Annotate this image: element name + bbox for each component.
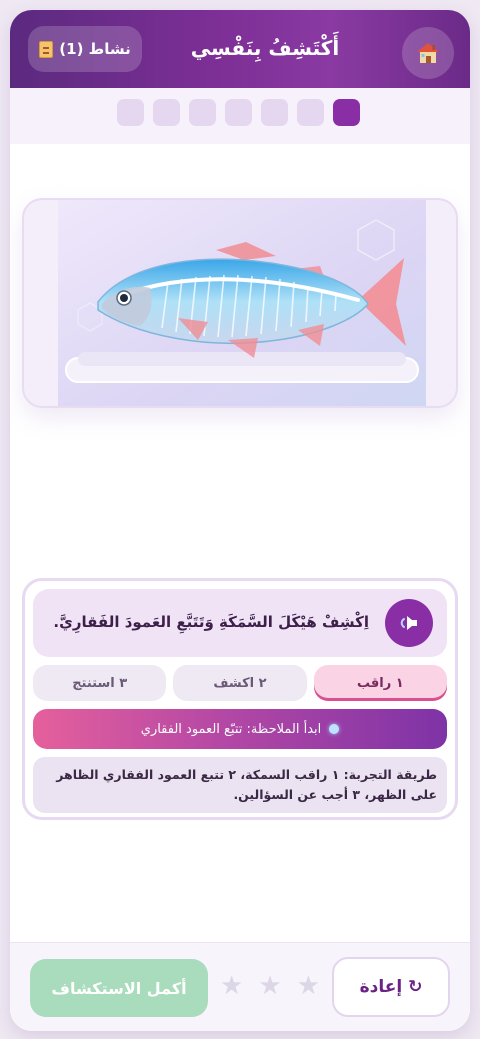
activity-panel: اِكْشِفْ هَيْكَلَ السَّمَكَةِ وَتَتَبَّع… [22,578,458,820]
header: أَكْتَشِفُ بِنَفْسِي نشاط (1) [10,10,470,88]
app-window: أَكْتَشِفُ بِنَفْسِي نشاط (1) اِكْشِفْ ه… [10,10,470,1031]
progress-step-2 [297,99,324,126]
progress-step-6 [153,99,180,126]
activity-label: نشاط (1) [59,40,131,58]
instruction-text: اِكْشِفْ هَيْكَلَ السَّمَكَةِ وَتَتَبَّع… [53,613,369,631]
footer: ↻ إعادة ★ ★ ★ أكمل الاستكشاف [10,942,470,1031]
star-rating: ★ ★ ★ [220,971,320,1001]
method-text: طريقة التجربة: ١ راقب السمكة، ٢ تتبع الع… [33,757,447,813]
progress-step-5 [189,99,216,126]
progress-step-1 [333,99,360,126]
fish-skeleton-illustration [58,200,426,406]
star-icon: ★ [296,971,320,1001]
tab-conclude[interactable]: ٣ استنتج [33,665,167,701]
home-button[interactable] [402,27,454,79]
star-icon: ★ [220,971,244,1001]
progress-step-4 [225,99,252,126]
progress-step-7 [117,99,144,126]
bulb-icon [329,724,340,734]
hint-banner: ابدأ الملاحظة: تتبّع العمود الفقاري [33,709,447,749]
progress-strip [10,88,470,144]
activity-button[interactable]: نشاط (1) [28,26,142,72]
progress-step-3 [261,99,288,126]
fish-image-card[interactable] [22,198,458,408]
tab-reveal[interactable]: ٢ اكشف [173,665,307,701]
home-icon [417,43,439,63]
tab-observe[interactable]: ١ راقب [313,665,447,701]
instruction-box: اِكْشِفْ هَيْكَلَ السَّمَكَةِ وَتَتَبَّع… [33,589,447,657]
hint-text: ابدأ الملاحظة: تتبّع العمود الفقاري [140,721,322,737]
progress-indicator [117,99,360,126]
star-icon: ★ [258,971,282,1001]
step-tabs: ١ راقب ٢ اكشف ٣ استنتج [33,665,447,701]
speaker-button[interactable] [385,599,433,647]
finish-button[interactable]: أكمل الاستكشاف [30,959,208,1017]
redo-button[interactable]: ↻ إعادة [332,957,450,1017]
speaker-icon [400,616,417,630]
document-icon [39,40,54,58]
page-title: أَكْتَشِفُ بِنَفْسِي [190,36,340,60]
